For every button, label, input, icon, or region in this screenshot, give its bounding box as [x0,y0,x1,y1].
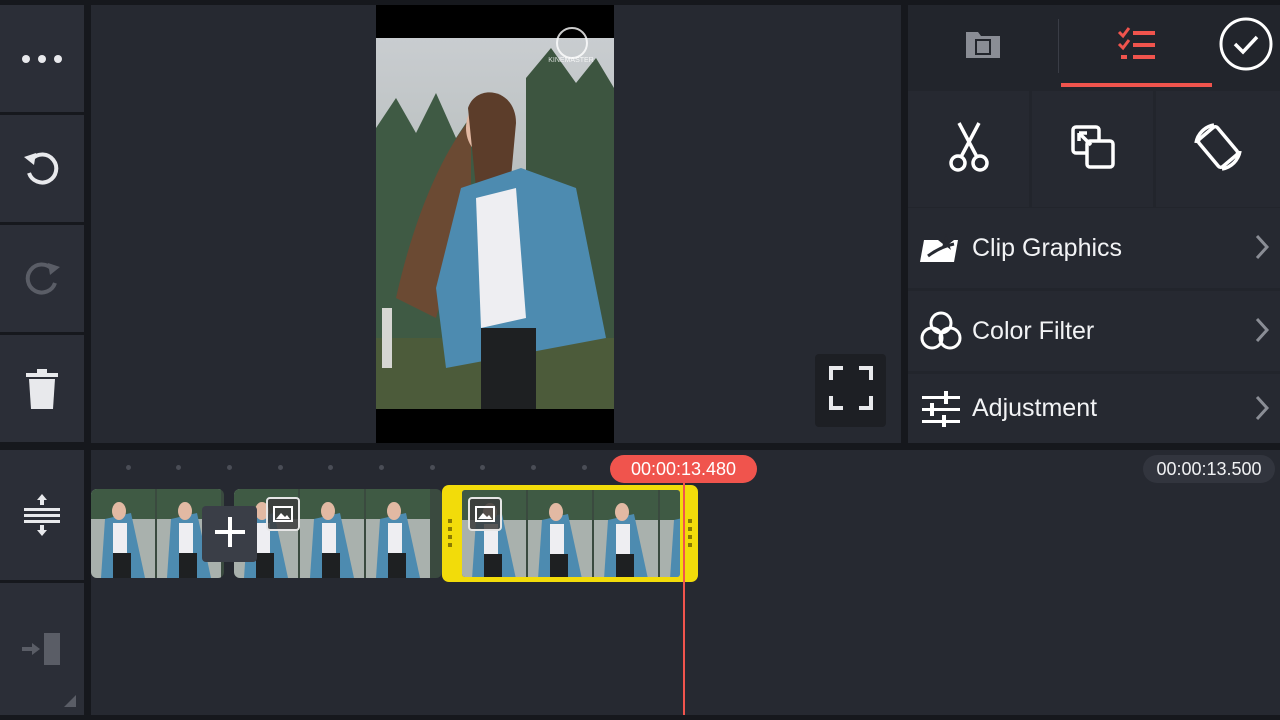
image-clip-icon [266,497,300,531]
timeline-tick [227,465,232,470]
edit-list-icon [1117,26,1157,66]
add-clip-button[interactable] [202,506,257,562]
timeline-tick [430,465,435,470]
clip-thumbnail [528,490,592,577]
tab-divider [1058,19,1059,73]
chevron-right-icon [1254,394,1270,427]
active-tab-indicator [1061,83,1212,87]
trim-handle-left[interactable] [448,519,452,549]
timeline-tick [126,465,131,470]
trim-handle-right[interactable] [688,519,692,549]
plus-icon [213,515,247,554]
timeline-tick [328,465,333,470]
selected-timeline-clip[interactable] [442,485,698,582]
tab-media[interactable] [908,5,1058,87]
menu-item-label: Color Filter [972,316,1095,345]
media-browser-icon [964,28,1002,65]
crop-button[interactable] [1032,91,1153,207]
menu-item-label: Adjustment [972,394,1098,422]
watermark-logo [556,27,588,59]
layer-expand-icon [22,492,62,538]
corner-resize-icon [64,695,76,707]
check-circle-icon [1218,16,1274,77]
menu-item-adjustment[interactable]: Adjustment [908,374,1280,443]
layer-expand-button[interactable] [0,450,84,580]
redo-button[interactable] [0,225,84,332]
more-icon [20,53,64,65]
delete-button[interactable] [0,335,84,442]
preview-image [376,38,614,409]
undo-button[interactable] [0,115,84,222]
timeline-tick [531,465,536,470]
video-preview[interactable]: KINEMASTER [376,5,614,443]
fullscreen-button[interactable] [815,354,886,427]
timeline-clip[interactable] [234,489,442,578]
split-button[interactable] [908,91,1029,207]
clip-thumbnail [300,489,364,578]
menu-item-label: Clip Graphics [972,233,1123,262]
playhead[interactable] [683,483,685,715]
clip-thumbnail [366,489,430,578]
menu-item-clip-graphics[interactable]: Clip Graphics [908,208,1280,288]
watermark-text: KINEMASTER [548,57,594,64]
rotate-icon [1190,119,1246,180]
chevron-right-icon [1254,233,1270,266]
clip-graphics-icon [918,225,964,271]
delete-icon [24,367,60,411]
timeline-tick [582,465,587,470]
timeline-tick [480,465,485,470]
chevron-right-icon [1254,316,1270,349]
timeline-tick [278,465,283,470]
export-icon [20,631,64,667]
right-panel: Clip Graphics Color Filter Adjustment [908,5,1280,443]
adjustment-sliders-icon [918,386,964,432]
color-filter-icon [918,308,964,354]
undo-icon [20,147,64,191]
timeline-tick [379,465,384,470]
timeline-tick [176,465,181,470]
image-clip-icon [468,497,502,531]
menu-item-color-filter[interactable]: Color Filter [908,291,1280,371]
clip-thumbnail [91,489,155,578]
fullscreen-icon [828,366,873,415]
redo-icon [20,257,64,301]
rotate-button[interactable] [1156,91,1280,207]
scissors-icon [948,121,989,178]
clip-thumbnail [594,490,658,577]
more-button[interactable] [0,5,84,112]
total-time-badge: 00:00:13.500 [1143,455,1275,483]
crop-icon [1070,124,1116,175]
current-time-badge: 00:00:13.480 [610,455,757,483]
clip-thumbnail [660,490,680,577]
confirm-button[interactable] [1212,5,1280,87]
export-button[interactable] [0,583,84,715]
tab-edit[interactable] [1061,5,1212,87]
